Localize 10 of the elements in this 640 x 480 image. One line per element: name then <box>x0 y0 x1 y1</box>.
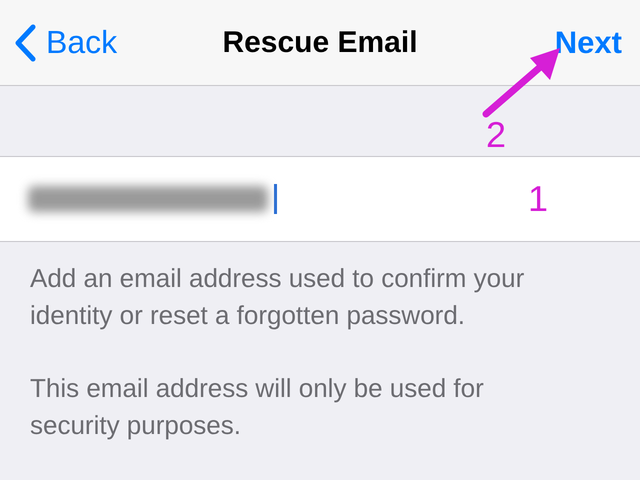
footer-text: This email address will only be used for security purposes. <box>30 372 485 442</box>
next-button[interactable]: Next <box>554 24 622 60</box>
annotation-number: 1 <box>528 178 548 220</box>
chevron-left-icon <box>14 24 36 62</box>
email-field[interactable]: 1 <box>0 156 640 242</box>
text-cursor <box>274 184 277 214</box>
screen-title: Rescue Email <box>222 26 418 58</box>
back-button[interactable]: Back <box>14 24 118 62</box>
footer-text: Add an email address used to confirm your identity or reset a forgotten password. <box>30 262 526 332</box>
annotation-number: 2 <box>486 114 506 156</box>
